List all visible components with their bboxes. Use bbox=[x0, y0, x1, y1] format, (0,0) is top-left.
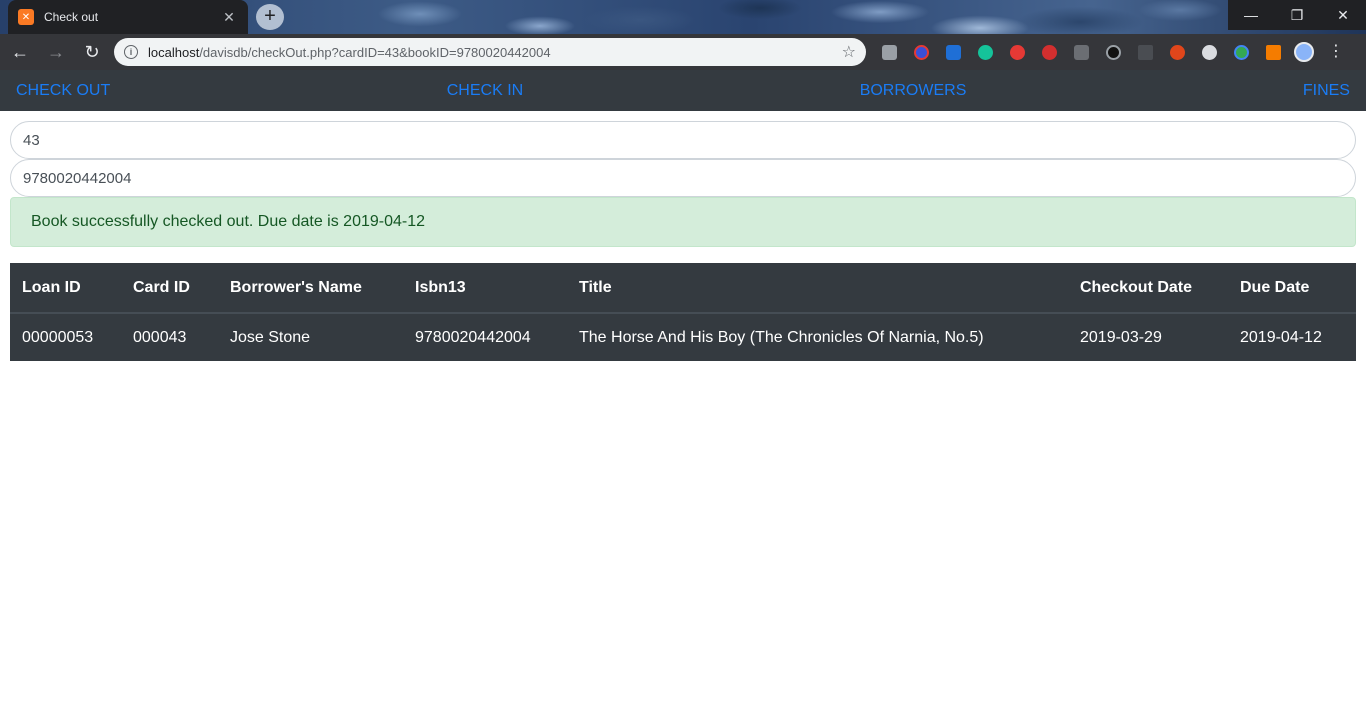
url-text[interactable]: localhost/davisdb/checkOut.php?cardID=43… bbox=[148, 45, 842, 60]
success-alert: Book successfully checked out. Due date … bbox=[10, 197, 1356, 247]
column-header: Checkout Date bbox=[1068, 263, 1228, 314]
extension-icon[interactable] bbox=[1198, 41, 1220, 63]
menu-icon[interactable]: ⋮ bbox=[1328, 44, 1344, 60]
book-id-input[interactable] bbox=[10, 159, 1356, 197]
browser-tab[interactable]: ✕ Check out ✕ bbox=[8, 0, 248, 34]
extension-icon[interactable] bbox=[974, 41, 996, 63]
table-cell: 2019-04-12 bbox=[1240, 328, 1322, 346]
extension-icons bbox=[878, 41, 1284, 63]
table-cell: 000043 bbox=[133, 328, 187, 346]
column-header: Borrower's Name bbox=[218, 263, 403, 314]
table-header-row: Loan ID Card ID Borrower's Name Isbn13 T… bbox=[10, 263, 1356, 314]
new-tab-button[interactable]: + bbox=[256, 4, 284, 30]
extension-icon[interactable] bbox=[1006, 41, 1028, 63]
url-host: localhost bbox=[148, 44, 200, 60]
table-cell: 00000053 bbox=[22, 328, 94, 346]
info-icon[interactable]: i bbox=[124, 45, 138, 59]
bookmark-star-icon[interactable]: ☆ bbox=[842, 42, 856, 62]
extension-icon[interactable] bbox=[1134, 41, 1156, 63]
address-bar[interactable]: i localhost/davisdb/checkOut.php?cardID=… bbox=[114, 38, 866, 66]
extension-icon[interactable] bbox=[1070, 41, 1092, 63]
nav-fines[interactable]: FINES bbox=[1303, 82, 1350, 100]
table-cell: 2019-03-29 bbox=[1080, 328, 1162, 346]
restore-icon[interactable]: ❐ bbox=[1274, 0, 1320, 30]
table-cell: 9780020442004 bbox=[415, 328, 531, 346]
nav-check-in[interactable]: CHECK IN bbox=[447, 82, 523, 100]
minimize-icon[interactable]: — bbox=[1228, 0, 1274, 30]
window-controls: — ❐ ✕ bbox=[1228, 0, 1366, 30]
column-header: Loan ID bbox=[10, 263, 121, 314]
column-header: Due Date bbox=[1228, 263, 1356, 314]
url-path: /davisdb/checkOut.php?cardID=43&bookID=9… bbox=[199, 44, 551, 60]
extension-icon[interactable] bbox=[1038, 41, 1060, 63]
back-icon[interactable]: ← bbox=[4, 38, 36, 66]
extension-icon[interactable] bbox=[1166, 41, 1188, 63]
extension-icon[interactable] bbox=[910, 41, 932, 63]
table-cell: The Horse And His Boy (The Chronicles Of… bbox=[579, 328, 984, 346]
close-window-icon[interactable]: ✕ bbox=[1320, 0, 1366, 30]
table-cell: Jose Stone bbox=[230, 328, 311, 346]
tab-title: Check out bbox=[44, 10, 99, 24]
extension-icon[interactable] bbox=[1262, 41, 1284, 63]
profile-avatar[interactable] bbox=[1294, 42, 1314, 62]
forward-icon[interactable]: → bbox=[40, 38, 72, 66]
column-header: Isbn13 bbox=[403, 263, 567, 314]
browser-toolbar: ← → ↻ i localhost/davisdb/checkOut.php?c… bbox=[0, 34, 1366, 70]
extension-icon[interactable] bbox=[1102, 41, 1124, 63]
xampp-icon: ✕ bbox=[18, 9, 34, 25]
card-id-input[interactable] bbox=[10, 121, 1356, 159]
column-header: Card ID bbox=[121, 263, 218, 314]
table-row: 00000053 000043 Jose Stone 9780020442004… bbox=[10, 313, 1356, 361]
extension-icon[interactable] bbox=[942, 41, 964, 63]
extension-icon[interactable] bbox=[1230, 41, 1252, 63]
tab-strip: ✕ Check out ✕ + — ❐ ✕ bbox=[0, 0, 1366, 34]
alert-message: Book successfully checked out. Due date … bbox=[31, 213, 426, 230]
close-icon[interactable]: ✕ bbox=[220, 9, 238, 26]
nav-check-out[interactable]: CHECK OUT bbox=[16, 82, 110, 100]
column-header: Title bbox=[567, 263, 1068, 314]
nav-borrowers[interactable]: BORROWERS bbox=[860, 82, 967, 100]
loans-table: Loan ID Card ID Borrower's Name Isbn13 T… bbox=[10, 263, 1356, 361]
reload-icon[interactable]: ↻ bbox=[76, 38, 108, 66]
app-navbar: CHECK OUT CHECK IN BORROWERS FINES bbox=[0, 70, 1366, 111]
extension-icon[interactable] bbox=[878, 41, 900, 63]
